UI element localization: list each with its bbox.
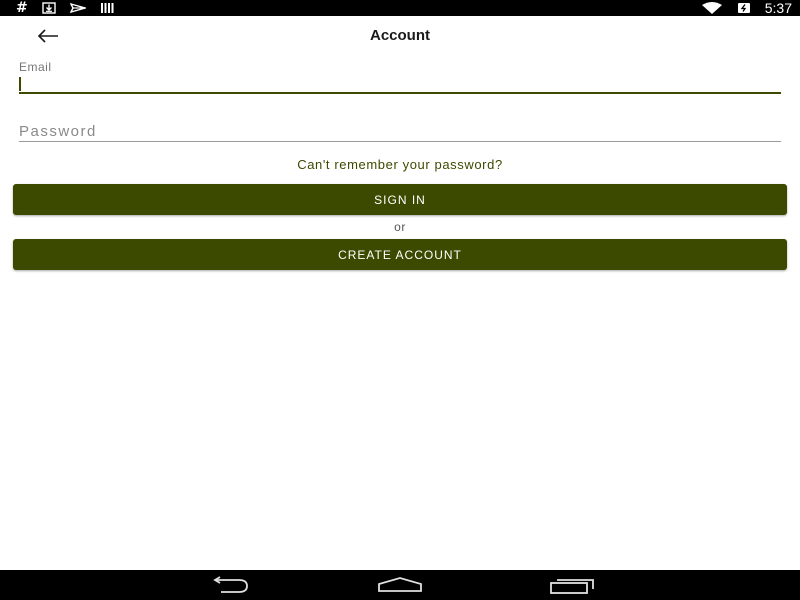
nav-recents-button[interactable] bbox=[542, 570, 602, 600]
nav-back-button[interactable] bbox=[198, 570, 258, 600]
or-separator: or bbox=[394, 220, 406, 234]
page-title: Account bbox=[370, 27, 430, 44]
nav-recents-icon bbox=[550, 579, 594, 594]
app-bar: Account bbox=[0, 16, 800, 56]
status-bar: # 5:37 bbox=[0, 0, 800, 16]
nav-back-icon bbox=[213, 576, 248, 593]
text-cursor bbox=[19, 77, 21, 91]
barcode-icon bbox=[100, 0, 116, 16]
battery-icon bbox=[737, 0, 751, 16]
email-label: Email bbox=[19, 60, 52, 74]
password-input[interactable] bbox=[19, 122, 781, 142]
create-account-button[interactable]: CREATE ACCOUNT bbox=[13, 239, 787, 270]
status-time: 5:37 bbox=[764, 0, 792, 16]
sign-in-button[interactable]: SIGN IN bbox=[13, 184, 787, 215]
send-icon bbox=[69, 0, 86, 16]
wifi-icon bbox=[701, 0, 723, 16]
nav-home-button[interactable] bbox=[370, 570, 430, 600]
download-icon bbox=[42, 0, 56, 16]
status-left-icons: # bbox=[16, 0, 116, 16]
email-input[interactable] bbox=[19, 74, 781, 94]
nav-home-icon bbox=[378, 577, 422, 592]
status-right-icons: 5:37 bbox=[701, 0, 792, 16]
hash-icon: # bbox=[16, 0, 28, 16]
navigation-bar bbox=[0, 570, 800, 600]
forgot-password-link[interactable]: Can't remember your password? bbox=[0, 157, 800, 172]
